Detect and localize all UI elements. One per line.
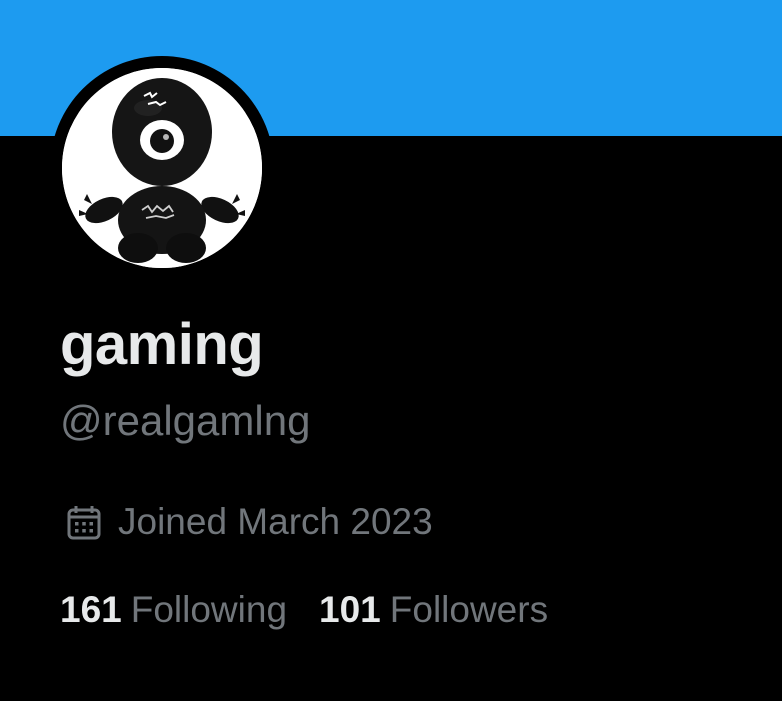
following-count: 161 bbox=[60, 589, 122, 630]
follow-stats: 161 Following 101 Followers bbox=[60, 586, 548, 634]
avatar[interactable] bbox=[62, 68, 262, 268]
followers-count: 101 bbox=[319, 589, 381, 630]
one-eyed-plush-avatar-icon bbox=[62, 68, 262, 268]
joined-date-text: Joined March 2023 bbox=[118, 501, 433, 542]
followers-link[interactable]: 101 Followers bbox=[319, 586, 548, 634]
display-name[interactable]: gaming bbox=[60, 312, 264, 378]
user-handle: @realgamlng bbox=[60, 397, 311, 444]
joined-date-row: Joined March 2023 bbox=[64, 498, 433, 546]
following-label: Following bbox=[130, 589, 288, 630]
following-link[interactable]: 161 Following bbox=[60, 586, 287, 634]
followers-label: Followers bbox=[389, 589, 549, 630]
calendar-icon bbox=[67, 506, 101, 540]
